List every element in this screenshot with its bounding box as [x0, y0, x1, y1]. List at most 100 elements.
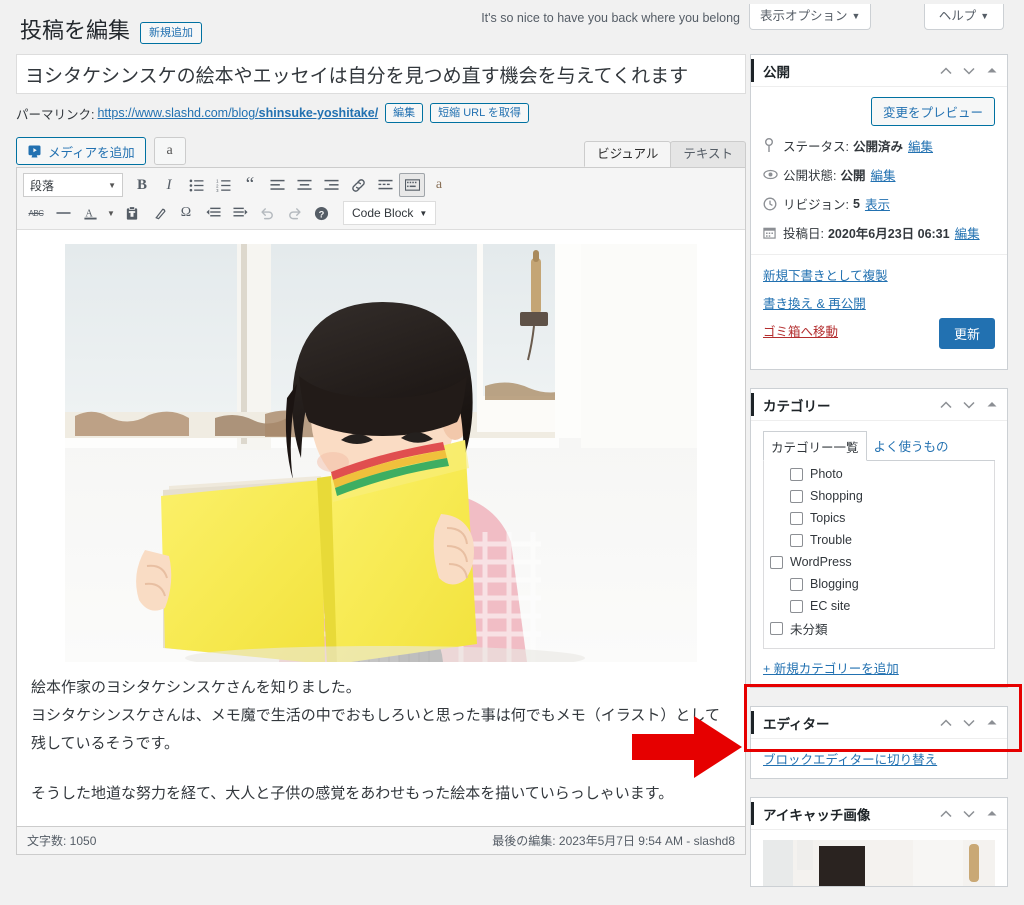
permalink-label: パーマリンク:	[16, 107, 95, 122]
rewrite-republish-link[interactable]: 書き換え & 再公開	[763, 293, 995, 312]
duplicate-draft-link[interactable]: 新規下書きとして複製	[763, 265, 995, 284]
toggle-panel-icon[interactable]	[985, 807, 999, 821]
clear-formatting-icon[interactable]	[146, 201, 172, 225]
category-checkbox[interactable]	[790, 489, 803, 503]
permalink-url[interactable]: https://www.slashd.com/blog/shinsuke-yos…	[97, 106, 378, 120]
toggle-panel-icon[interactable]	[985, 64, 999, 78]
category-item[interactable]: EC site	[770, 595, 988, 617]
align-left-icon[interactable]	[264, 173, 290, 197]
numbered-list-icon[interactable]: 123	[210, 173, 236, 197]
link-icon[interactable]	[345, 173, 371, 197]
toggle-panel-icon[interactable]	[985, 716, 999, 730]
amazon-button[interactable]: a	[153, 137, 186, 165]
move-up-icon[interactable]	[939, 716, 953, 730]
editor-switch-panel-header: エディター	[751, 707, 1007, 739]
switch-to-block-editor-link[interactable]: ブロックエディターに切り替え	[763, 753, 937, 767]
amazon-icon[interactable]: a	[426, 173, 452, 197]
edit-visibility-link[interactable]: 編集	[871, 165, 896, 184]
screen-options-button[interactable]: 表示オプション ▼	[749, 4, 871, 30]
category-checkbox[interactable]	[770, 621, 783, 635]
publish-panel: 公開 変更をプレビュー ステータス: 公開済み 編集 公開状態: 公開 編集 リ…	[750, 54, 1008, 370]
toolbar-toggle-icon[interactable]	[399, 173, 425, 197]
chevron-down-icon: ▼	[980, 11, 990, 21]
category-item[interactable]: WordPress	[770, 551, 988, 573]
add-media-button[interactable]: メディアを追加	[16, 137, 146, 165]
indent-icon[interactable]	[227, 201, 253, 225]
tab-all-categories[interactable]: カテゴリー一覧	[763, 431, 867, 461]
category-checkbox[interactable]	[790, 511, 803, 525]
get-shortlink-button[interactable]: 短縮 URL を取得	[430, 103, 529, 123]
align-right-icon[interactable]	[318, 173, 344, 197]
move-up-icon[interactable]	[939, 398, 953, 412]
outdent-icon[interactable]	[200, 201, 226, 225]
visibility-label: 公開状態:	[783, 169, 837, 183]
category-item[interactable]: Trouble	[770, 529, 988, 551]
move-down-icon[interactable]	[962, 807, 976, 821]
color-caret-icon[interactable]: ▼	[104, 201, 118, 225]
tab-visual[interactable]: ビジュアル	[584, 141, 672, 167]
move-up-icon[interactable]	[939, 64, 953, 78]
category-item[interactable]: 未分類	[770, 617, 988, 639]
toggle-panel-icon[interactable]	[985, 398, 999, 412]
code-block-select[interactable]: Code Block ▼	[343, 201, 437, 225]
move-down-icon[interactable]	[962, 398, 976, 412]
move-down-icon[interactable]	[962, 716, 976, 730]
help-label: ヘルプ	[938, 9, 977, 23]
strikethrough-icon[interactable]: ABC	[23, 201, 49, 225]
category-checkbox[interactable]	[790, 533, 803, 547]
word-count: 文字数: 1050	[27, 834, 97, 848]
paste-as-text-icon[interactable]	[119, 201, 145, 225]
bulleted-list-icon[interactable]	[183, 173, 209, 197]
category-checkbox[interactable]	[790, 599, 803, 613]
body-paragraph: ヨシタケシンスケさんは、メモ魔で生活の中でおもしろいと思った事は何でもメモ（イラ…	[31, 708, 720, 724]
edit-published-date-link[interactable]: 編集	[955, 223, 980, 242]
category-checkbox[interactable]	[770, 555, 783, 569]
blockquote-icon[interactable]: “	[237, 173, 263, 197]
keyboard-help-icon[interactable]: ?	[308, 201, 334, 225]
help-button[interactable]: ヘルプ ▼	[924, 4, 1004, 30]
category-checkbox[interactable]	[790, 467, 803, 481]
category-item[interactable]: Blogging	[770, 573, 988, 595]
add-new-category-link[interactable]: + 新規カテゴリーを追加	[763, 658, 995, 677]
category-item[interactable]: Shopping	[770, 485, 988, 507]
panel-controls	[939, 64, 999, 78]
categories-panel-body: カテゴリー一覧 よく使うもの Photo Shopping Topics Tro…	[751, 421, 1007, 687]
preview-changes-button[interactable]: 変更をプレビュー	[870, 97, 995, 126]
body-paragraph: 残しているそうです。	[31, 736, 180, 752]
text-color-icon[interactable]: A	[77, 201, 103, 225]
bold-icon[interactable]: B	[129, 173, 155, 197]
paragraph-format-select[interactable]: 段落 ▼	[23, 173, 123, 197]
update-button[interactable]: 更新	[938, 318, 995, 349]
tab-text[interactable]: テキスト	[670, 141, 746, 167]
featured-image-thumbnail[interactable]	[763, 840, 995, 886]
add-new-post-button[interactable]: 新規追加	[140, 21, 203, 44]
editor-mode-tabs: ビジュアル テキスト	[584, 141, 746, 167]
align-center-icon[interactable]	[291, 173, 317, 197]
move-down-icon[interactable]	[962, 64, 976, 78]
horizontal-rule-icon[interactable]	[50, 201, 76, 225]
edit-permalink-button[interactable]: 編集	[385, 103, 424, 123]
tab-most-used[interactable]: よく使うもの	[867, 431, 956, 460]
redo-icon[interactable]	[281, 201, 307, 225]
post-title-input[interactable]	[16, 54, 746, 94]
revisions-value: 5	[852, 196, 860, 211]
category-item[interactable]: Photo	[770, 463, 988, 485]
category-tabs: カテゴリー一覧 よく使うもの	[763, 431, 995, 461]
move-up-icon[interactable]	[939, 807, 953, 821]
category-checklist[interactable]: Photo Shopping Topics Trouble WordPress …	[763, 461, 995, 649]
category-checkbox[interactable]	[790, 577, 803, 591]
read-more-icon[interactable]	[372, 173, 398, 197]
status-label: ステータス:	[783, 140, 849, 154]
view-revisions-link[interactable]: 表示	[865, 194, 890, 213]
category-item[interactable]: Topics	[770, 507, 988, 529]
visibility-value: 公開	[840, 169, 866, 183]
undo-icon[interactable]	[254, 201, 280, 225]
editor-status-bar: 文字数: 1050 最後の編集: 2023年5月7日 9:54 AM - sla…	[16, 827, 746, 855]
calendar-icon	[763, 226, 783, 239]
post-image-child-reading-book	[65, 244, 697, 662]
page-header: 投稿を編集 新規追加	[20, 18, 203, 44]
page-title: 投稿を編集	[20, 18, 131, 43]
edit-status-link[interactable]: 編集	[908, 136, 933, 155]
special-character-icon[interactable]: Ω	[173, 201, 199, 225]
italic-icon[interactable]: I	[156, 173, 182, 197]
